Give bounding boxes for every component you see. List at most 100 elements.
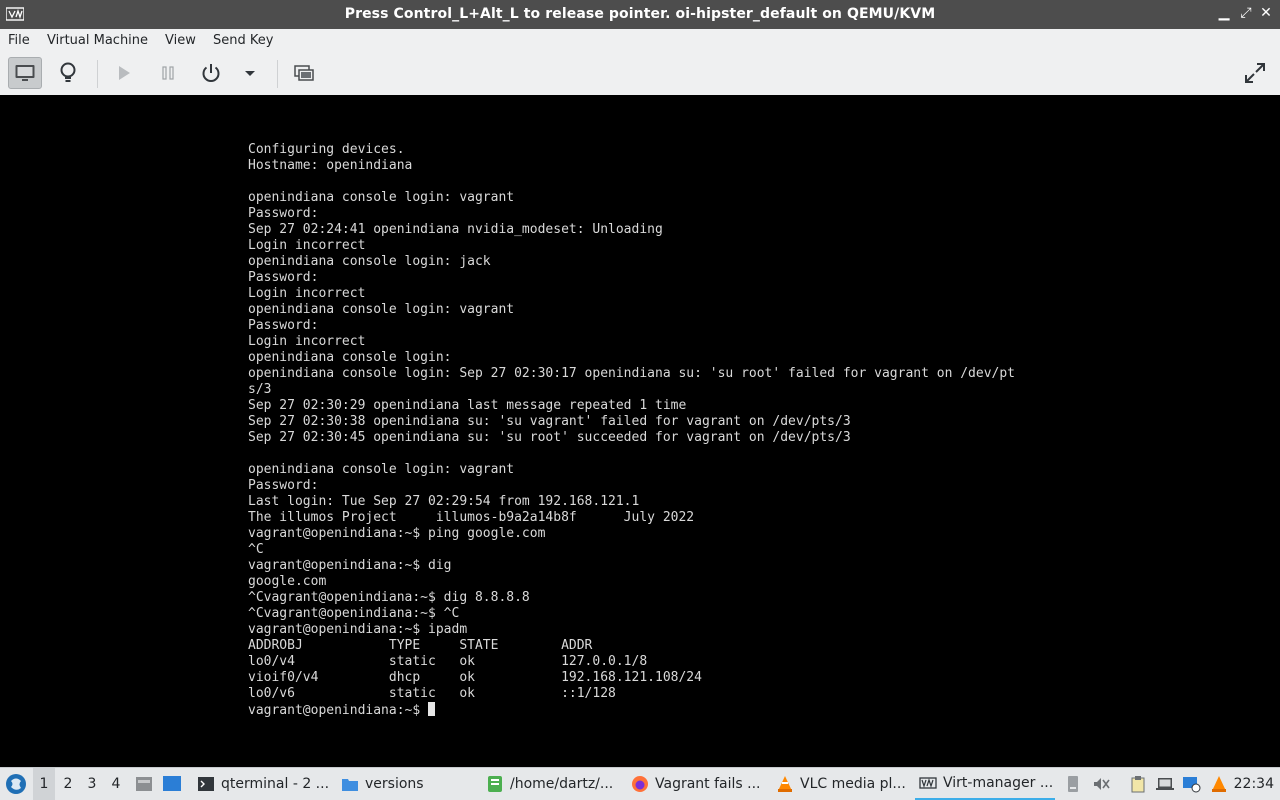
tray-volume[interactable] bbox=[1091, 774, 1111, 794]
firefox-icon bbox=[632, 776, 648, 792]
show-desktop-icon bbox=[163, 776, 181, 791]
tray-vlc[interactable] bbox=[1209, 774, 1229, 794]
quicklaunch-show-desktop[interactable] bbox=[160, 768, 184, 800]
maximize-icon[interactable]: ⤢ bbox=[1238, 5, 1254, 21]
clock[interactable]: 22:34 bbox=[1234, 776, 1274, 792]
console-line: vagrant@openindiana:~$ dig bbox=[248, 558, 452, 573]
console-line: ^C bbox=[248, 542, 264, 557]
desktop-switch-4[interactable]: 4 bbox=[105, 768, 127, 800]
console-line: Login incorrect bbox=[248, 334, 366, 349]
task-virt-manager[interactable]: Virt-manager ... bbox=[915, 768, 1055, 800]
console-line: vioif0/v4 dhcp ok 192.168.121.108/24 bbox=[248, 670, 702, 685]
console-line: Sep 27 02:30:29 openindiana last message… bbox=[248, 398, 687, 413]
task-vlc[interactable]: VLC media pl... bbox=[772, 768, 916, 800]
console-line: lo0/v4 static ok 127.0.0.1/8 bbox=[248, 654, 648, 669]
task-versions[interactable]: versions bbox=[337, 768, 481, 800]
snapshot-icon bbox=[294, 65, 314, 81]
play-icon bbox=[119, 66, 130, 80]
console-line: openindiana console login: vagrant bbox=[248, 462, 515, 477]
desktop-switch-1[interactable]: 1 bbox=[33, 768, 55, 800]
console-line: Password: bbox=[248, 478, 319, 493]
minimize-icon[interactable]: ▁ bbox=[1216, 5, 1232, 21]
removable-drive-icon bbox=[1068, 776, 1078, 792]
task-label: VLC media pl... bbox=[800, 776, 906, 792]
console-output: Configuring devices. Hostname: openindia… bbox=[248, 142, 1015, 719]
console-line: Last login: Tue Sep 27 02:29:54 from 192… bbox=[248, 494, 640, 509]
vm-console[interactable]: Configuring devices. Hostname: openindia… bbox=[0, 95, 1280, 767]
task-qterminal[interactable]: qterminal - 2 ... bbox=[193, 768, 337, 800]
console-line: vagrant@openindiana:~$ ping google.com bbox=[248, 526, 546, 541]
pause-icon bbox=[162, 66, 174, 80]
menu-send-key[interactable]: Send Key bbox=[213, 33, 273, 48]
clipboard-icon bbox=[1131, 776, 1145, 793]
laptop-icon bbox=[1156, 778, 1174, 790]
dropdown-arrow-icon bbox=[245, 71, 255, 76]
task-firefox[interactable]: Vagrant fails ... bbox=[627, 768, 771, 800]
desktop-switch-3[interactable]: 3 bbox=[81, 768, 103, 800]
console-line: Login incorrect bbox=[248, 286, 366, 301]
task-text-editor[interactable]: /home/dartz/... bbox=[482, 768, 626, 800]
console-line: openindiana console login: jack bbox=[248, 254, 491, 269]
tray-network[interactable] bbox=[1181, 774, 1201, 794]
text-cursor bbox=[428, 702, 436, 716]
snapshots-button[interactable] bbox=[287, 57, 321, 89]
power-icon bbox=[202, 64, 220, 82]
terminal-icon bbox=[198, 777, 214, 791]
task-label: versions bbox=[365, 776, 424, 792]
volume-muted-icon bbox=[1094, 778, 1110, 790]
console-view-button[interactable] bbox=[8, 57, 42, 89]
shutdown-button[interactable] bbox=[194, 57, 228, 89]
menu-view[interactable]: View bbox=[165, 33, 196, 48]
quicklaunch-file-manager[interactable] bbox=[133, 768, 155, 800]
console-line: lo0/v6 static ok ::1/128 bbox=[248, 686, 616, 701]
menu-file[interactable]: File bbox=[8, 33, 30, 48]
console-line: Sep 27 02:30:38 openindiana su: 'su vagr… bbox=[248, 414, 851, 429]
console-line: s/3 bbox=[248, 382, 272, 397]
virt-manager-icon bbox=[919, 777, 937, 789]
file-manager-icon bbox=[136, 777, 152, 791]
console-line: Configuring devices. bbox=[248, 142, 405, 157]
console-line: google.com bbox=[248, 574, 327, 589]
task-label: Virt-manager ... bbox=[943, 775, 1054, 791]
console-line: Login incorrect bbox=[248, 238, 366, 253]
tray-clipboard[interactable] bbox=[1128, 774, 1148, 794]
vlc-tray-icon bbox=[1212, 776, 1226, 792]
console-line: ^Cvagrant@openindiana:~$ dig 8.8.8.8 bbox=[248, 590, 530, 605]
shutdown-menu-button[interactable] bbox=[233, 57, 267, 89]
console-line: vagrant@openindiana:~$ bbox=[248, 703, 429, 718]
tray-laptop[interactable] bbox=[1155, 774, 1175, 794]
start-menu-button[interactable] bbox=[4, 768, 28, 800]
console-line: ADDROBJ TYPE STATE ADDR bbox=[248, 638, 593, 653]
run-button[interactable] bbox=[107, 57, 141, 89]
console-line: Sep 27 02:30:45 openindiana su: 'su root… bbox=[248, 430, 851, 445]
menu-bar: File Virtual Machine View Send Key bbox=[0, 29, 1280, 53]
console-line: ^Cvagrant@openindiana:~$ ^C bbox=[248, 606, 460, 621]
menu-virtual-machine[interactable]: Virtual Machine bbox=[47, 33, 148, 48]
pause-button[interactable] bbox=[151, 57, 185, 89]
console-line: The illumos Project illumos-b9a2a14b8f J… bbox=[248, 510, 695, 525]
console-line: Password: bbox=[248, 318, 319, 333]
text-editor-icon bbox=[488, 776, 502, 792]
network-icon bbox=[1183, 777, 1201, 793]
window-title: Press Control_L+Alt_L to release pointer… bbox=[344, 6, 936, 22]
toolbar-separator bbox=[97, 60, 98, 88]
console-line: openindiana console login: vagrant bbox=[248, 190, 515, 205]
tray-removable-drive[interactable] bbox=[1063, 774, 1083, 794]
task-label: Vagrant fails ... bbox=[655, 776, 761, 792]
console-line: openindiana console login: bbox=[248, 350, 452, 365]
details-view-button[interactable] bbox=[51, 57, 85, 89]
console-line: Hostname: openindiana bbox=[248, 158, 413, 173]
close-icon[interactable]: ✕ bbox=[1258, 5, 1274, 21]
lightbulb-icon bbox=[60, 62, 76, 82]
task-label: /home/dartz/... bbox=[510, 776, 614, 792]
console-line: Password: bbox=[248, 206, 319, 221]
console-line: Password: bbox=[248, 270, 319, 285]
console-line: openindiana console login: vagrant bbox=[248, 302, 515, 317]
fullscreen-icon bbox=[1245, 63, 1265, 83]
fullscreen-button[interactable] bbox=[1238, 57, 1272, 89]
desktop-switch-2[interactable]: 2 bbox=[57, 768, 79, 800]
toolbar-separator bbox=[277, 60, 278, 88]
toolbar bbox=[0, 53, 1280, 96]
console-line: Sep 27 02:24:41 openindiana nvidia_modes… bbox=[248, 222, 663, 237]
task-label: qterminal - 2 ... bbox=[221, 776, 330, 792]
